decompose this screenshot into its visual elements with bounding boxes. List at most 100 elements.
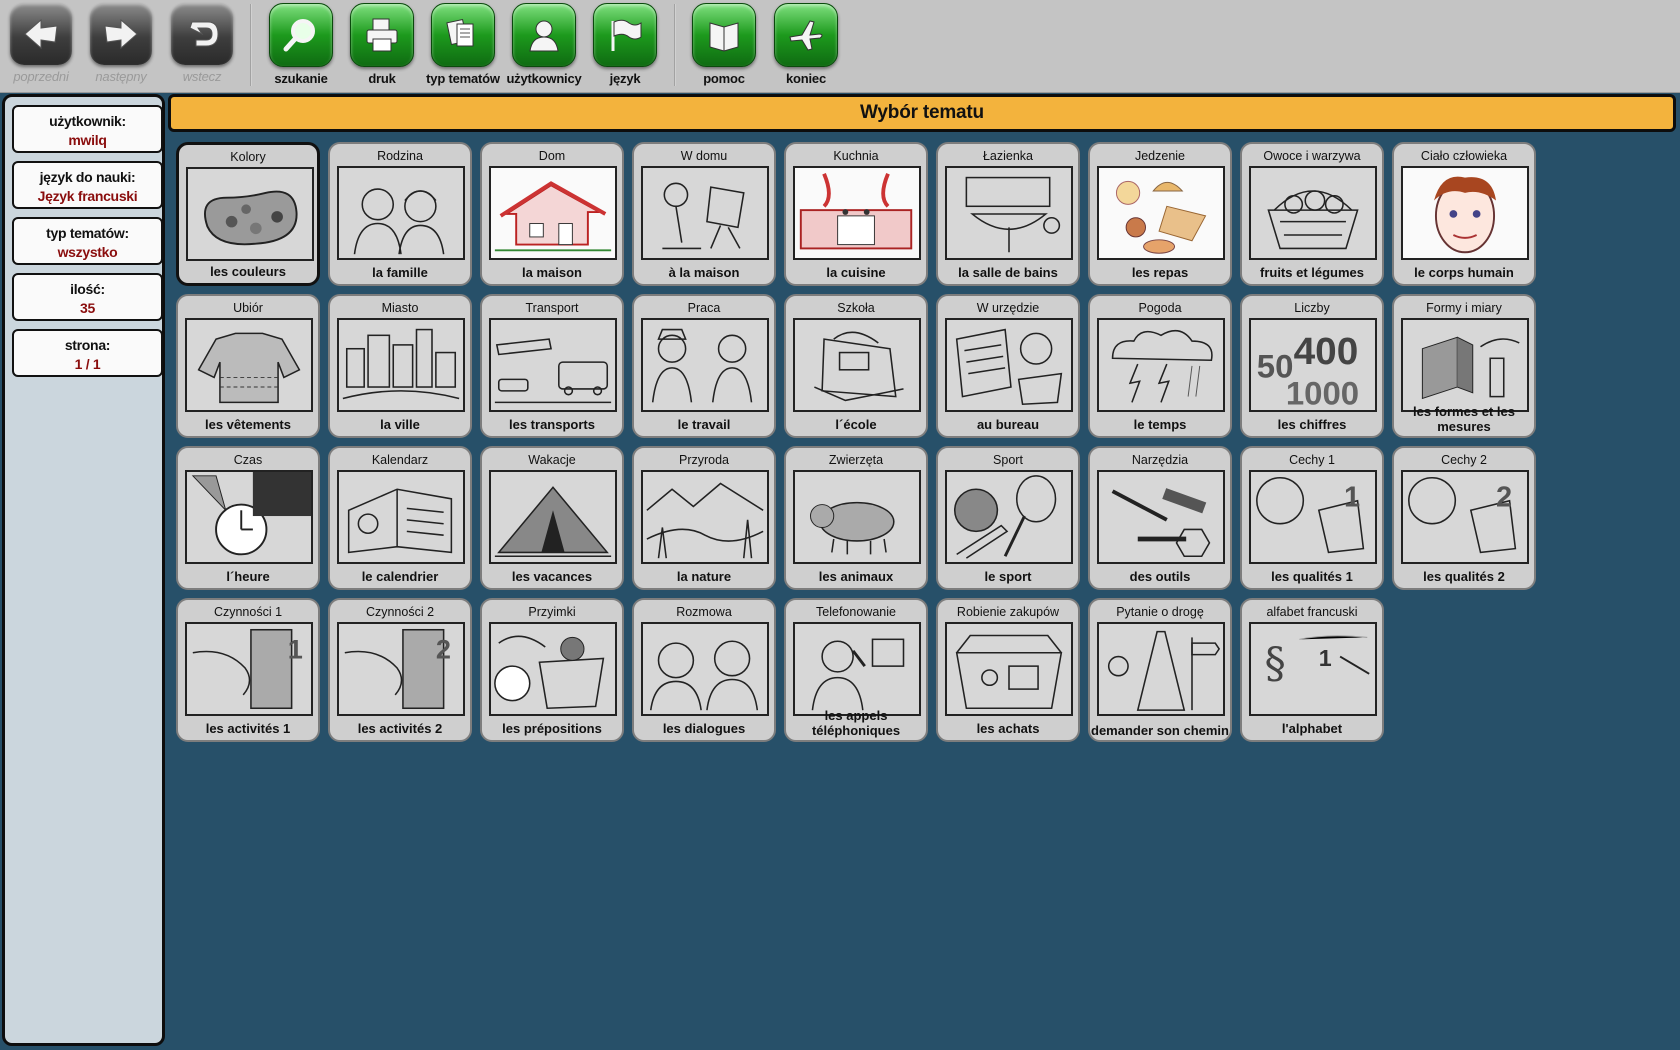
svg-text:400: 400 [1294, 330, 1359, 373]
topic-picture [185, 318, 313, 412]
topic-polish-name: Kalendarz [371, 453, 429, 467]
topic-picture [945, 470, 1073, 564]
back-label: wstecz [182, 69, 222, 84]
language-label: język [609, 71, 641, 86]
topic-tile[interactable]: Kolory les couleurs [176, 142, 320, 286]
topic-tile[interactable]: Kalendarz le calendrier [328, 446, 472, 590]
topic-tile[interactable]: Ubiór les vêtements [176, 294, 320, 438]
topic-picture [337, 318, 465, 412]
user-value: mwilq [68, 132, 107, 148]
language-value: Język francuski [37, 188, 138, 204]
topic-picture: 1 [185, 622, 313, 716]
topic-french-name: les vêtements [205, 417, 291, 432]
topic-tile[interactable]: Sport le sport [936, 446, 1080, 590]
users-label: użytkownicy [506, 71, 582, 86]
topic-tile[interactable]: W domu à la maison [632, 142, 776, 286]
topic-picture [641, 470, 769, 564]
topic-tile[interactable]: Ciało człowieka le corps humain [1392, 142, 1536, 286]
language-info-box: język do nauki: Język francuski [12, 161, 163, 209]
topic-tile[interactable]: Przyimki les prépositions [480, 598, 624, 742]
topic-french-name: les qualités 2 [1423, 569, 1505, 584]
language-button[interactable]: język [584, 3, 666, 87]
topic-type-label: typ tematów: [46, 225, 129, 241]
topic-tile[interactable]: Dom la maison [480, 142, 624, 286]
topic-tile[interactable]: Czas l´heure [176, 446, 320, 590]
topic-type-button[interactable]: typ tematów [422, 3, 504, 87]
topic-french-name: la maison [522, 265, 582, 280]
topic-tile[interactable]: Czynności 1 1 les activités 1 [176, 598, 320, 742]
next-button[interactable]: następny [80, 3, 162, 87]
topic-picture: 2 [1401, 470, 1529, 564]
topic-tile[interactable]: Robienie zakupów les achats [936, 598, 1080, 742]
topic-tile[interactable]: Szkoła l´école [784, 294, 928, 438]
topic-tile[interactable]: Pogoda le temps [1088, 294, 1232, 438]
topic-type-value: wszystko [57, 244, 118, 260]
topic-tile[interactable]: W urzędzie au bureau [936, 294, 1080, 438]
topic-tile[interactable]: Miasto la ville [328, 294, 472, 438]
back-button[interactable]: wstecz [161, 3, 243, 87]
topic-french-name: l'alphabet [1281, 721, 1343, 736]
topic-french-name: les formes et les mesures [1413, 404, 1515, 434]
topic-picture [793, 166, 921, 260]
topic-picture [489, 470, 617, 564]
topic-french-name: le corps humain [1414, 265, 1514, 280]
topic-tile[interactable]: Narzędzia des outils [1088, 446, 1232, 590]
topic-tile[interactable]: Liczby 50 400 1000 les chiffres [1240, 294, 1384, 438]
page-title: Wybór tematu [860, 102, 984, 123]
topic-tile[interactable]: Cechy 1 1 les qualités 1 [1240, 446, 1384, 590]
topic-tile[interactable]: Wakacje les vacances [480, 446, 624, 590]
arrow-right-icon [90, 3, 152, 65]
topic-tile[interactable]: Formy i miary les formes et les mesures [1392, 294, 1536, 438]
topic-polish-name: Czas [233, 453, 263, 467]
topic-picture [489, 318, 617, 412]
previous-button[interactable]: poprzedni [0, 3, 82, 87]
topic-tile[interactable]: Pytanie o drogę demander son chemin [1088, 598, 1232, 742]
topic-tile[interactable]: Praca le travail [632, 294, 776, 438]
cards-icon [431, 3, 495, 67]
topic-tile[interactable]: Cechy 2 2 les qualités 2 [1392, 446, 1536, 590]
print-button[interactable]: druk [341, 3, 423, 87]
page-value: 1 / 1 [74, 356, 101, 372]
topic-french-name: les vacances [511, 569, 593, 584]
topic-tile[interactable]: Transport les transports [480, 294, 624, 438]
topic-tile[interactable]: Czynności 2 2 les activités 2 [328, 598, 472, 742]
exit-button[interactable]: koniec [765, 3, 847, 87]
topic-picture: § 1 [1249, 622, 1377, 716]
topic-polish-name: W urzędzie [976, 301, 1040, 315]
topic-tile[interactable]: Rodzina la famille [328, 142, 472, 286]
topic-tile[interactable]: Jedzenie les repas [1088, 142, 1232, 286]
magnifier-icon [269, 3, 333, 67]
topic-tile[interactable]: Owoce i warzywa fruits et légumes [1240, 142, 1384, 286]
topic-polish-name: Pytanie o drogę [1116, 605, 1204, 619]
sidebar: użytkownik: mwilq język do nauki: Język … [2, 94, 165, 1046]
topic-picture [641, 622, 769, 716]
topic-polish-name: Praca [687, 301, 721, 315]
previous-label: poprzedni [13, 69, 69, 84]
topic-tile[interactable]: Rozmowa les dialogues [632, 598, 776, 742]
topic-tile[interactable]: alfabet francuski § 1 l'alphabet [1240, 598, 1384, 742]
topic-polish-name: Cechy 2 [1441, 453, 1487, 467]
topic-polish-name: Robienie zakupów [956, 605, 1060, 619]
topic-tile[interactable]: Przyroda la nature [632, 446, 776, 590]
topic-tile[interactable]: Kuchnia la cuisine [784, 142, 928, 286]
topic-french-name: les activités 1 [205, 721, 291, 736]
topic-tile[interactable]: Zwierzęta les animaux [784, 446, 928, 590]
topic-type-label: typ tematów [426, 71, 500, 86]
topic-polish-name: Ciało człowieka [1420, 149, 1508, 163]
print-label: druk [368, 71, 396, 86]
topic-tile[interactable]: Łazienka la salle de bains [936, 142, 1080, 286]
topic-french-name: la salle de bains [958, 265, 1058, 280]
search-button[interactable]: szukanie [260, 3, 342, 87]
topic-polish-name: Czynności 1 [213, 605, 283, 619]
topic-picture: 2 [337, 622, 465, 716]
topic-french-name: les transports [509, 417, 595, 432]
help-button[interactable]: pomoc [683, 3, 765, 87]
topic-french-name: des outils [1129, 569, 1191, 584]
topic-polish-name: Zwierzęta [828, 453, 884, 467]
users-button[interactable]: użytkownicy [503, 3, 585, 87]
language-label: język do nauki: [39, 169, 136, 185]
page-info-box: strona: 1 / 1 [12, 329, 163, 377]
topic-tile[interactable]: Telefonowanie les appels téléphoniques [784, 598, 928, 742]
topic-polish-name: Transport [525, 301, 579, 315]
topic-french-name: les repas [1131, 265, 1189, 280]
